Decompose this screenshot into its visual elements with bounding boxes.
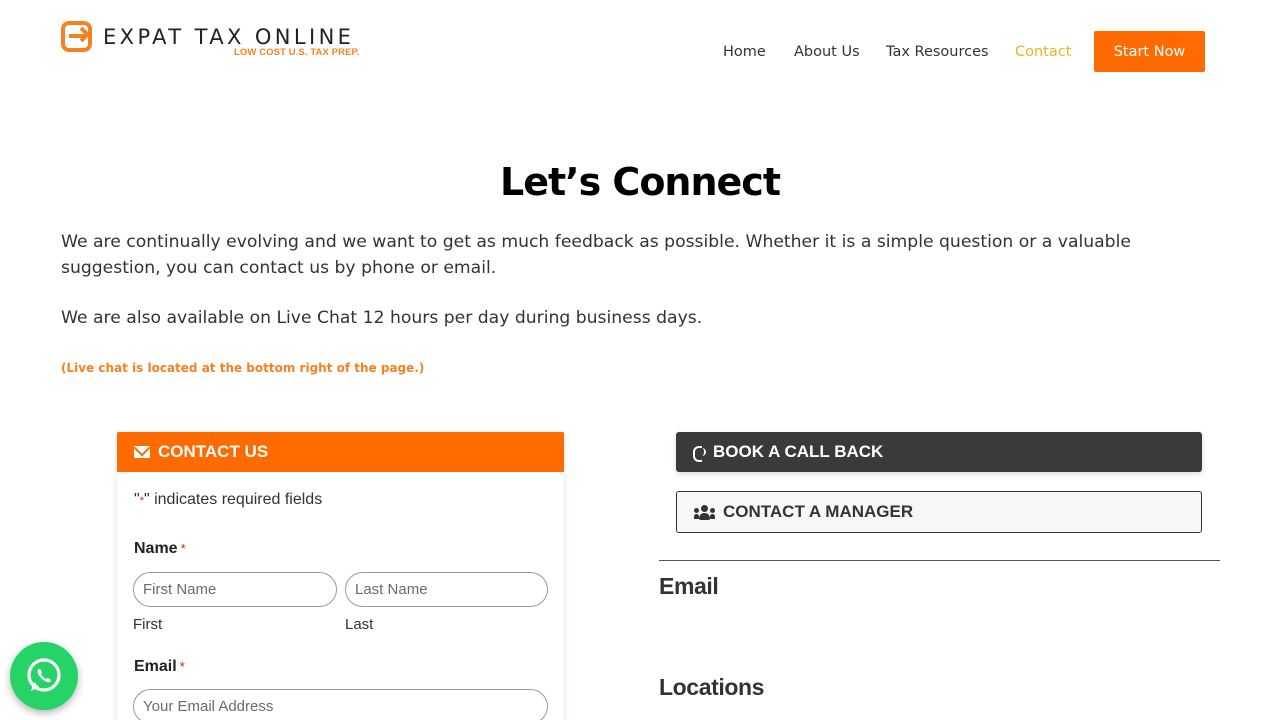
last-sublabel: Last <box>345 616 374 633</box>
locations-heading: Locations <box>659 674 765 700</box>
nav-contact[interactable]: Contact <box>1015 44 1071 60</box>
contact-manager-button[interactable]: CONTACT A MANAGER <box>676 491 1202 533</box>
live-chat-paragraph: We are also available on Live Chat 12 ho… <box>61 308 703 328</box>
nav-home[interactable]: Home <box>723 44 766 60</box>
logo-tagline: LOW COST U.S. TAX PREP. <box>234 47 360 58</box>
logo-arrow-icon <box>61 21 92 52</box>
email-heading: Email <box>659 573 719 599</box>
nav-tax-resources[interactable]: Tax Resources <box>886 44 989 60</box>
phone-volume-icon <box>693 445 706 462</box>
contact-manager-label: CONTACT A MANAGER <box>723 502 914 521</box>
last-name-input[interactable] <box>345 572 548 607</box>
contact-form-card: CONTACT US "*" indicates required fields… <box>117 432 564 720</box>
logo-text: EXPAT TAX ONLINE <box>103 25 355 49</box>
book-call-back-button[interactable]: BOOK A CALL BACK <box>676 432 1202 472</box>
name-label: Name * <box>134 540 186 558</box>
email-required-star: * <box>179 659 185 674</box>
email-label: Email * <box>134 658 185 676</box>
email-label-text: Email <box>134 658 177 675</box>
required-fields-note: "*" indicates required fields <box>134 491 322 509</box>
page-title: Let’s Connect <box>500 160 781 204</box>
start-now-button[interactable]: Start Now <box>1094 31 1205 72</box>
book-call-back-label: BOOK A CALL BACK <box>713 442 884 461</box>
name-required-star: * <box>180 541 186 556</box>
email-input[interactable] <box>133 689 548 720</box>
contact-form-header: CONTACT US <box>117 432 564 472</box>
site-logo[interactable]: EXPAT TAX ONLINE LOW COST U.S. TAX PREP. <box>61 20 361 60</box>
first-sublabel: First <box>133 616 163 633</box>
whatsapp-icon <box>27 658 61 692</box>
whatsapp-button[interactable] <box>10 642 78 710</box>
live-chat-note: (Live chat is located at the bottom righ… <box>61 361 425 375</box>
intro-paragraph: We are continually evolving and we want … <box>61 232 1131 278</box>
section-divider <box>659 560 1220 561</box>
users-icon <box>694 504 715 520</box>
name-label-text: Name <box>134 540 178 557</box>
contact-form-title: CONTACT US <box>158 442 269 461</box>
envelope-icon <box>134 446 150 458</box>
first-name-input[interactable] <box>133 572 337 607</box>
nav-about-us[interactable]: About Us <box>794 44 860 60</box>
required-note-text: " indicates required fields <box>143 491 323 508</box>
